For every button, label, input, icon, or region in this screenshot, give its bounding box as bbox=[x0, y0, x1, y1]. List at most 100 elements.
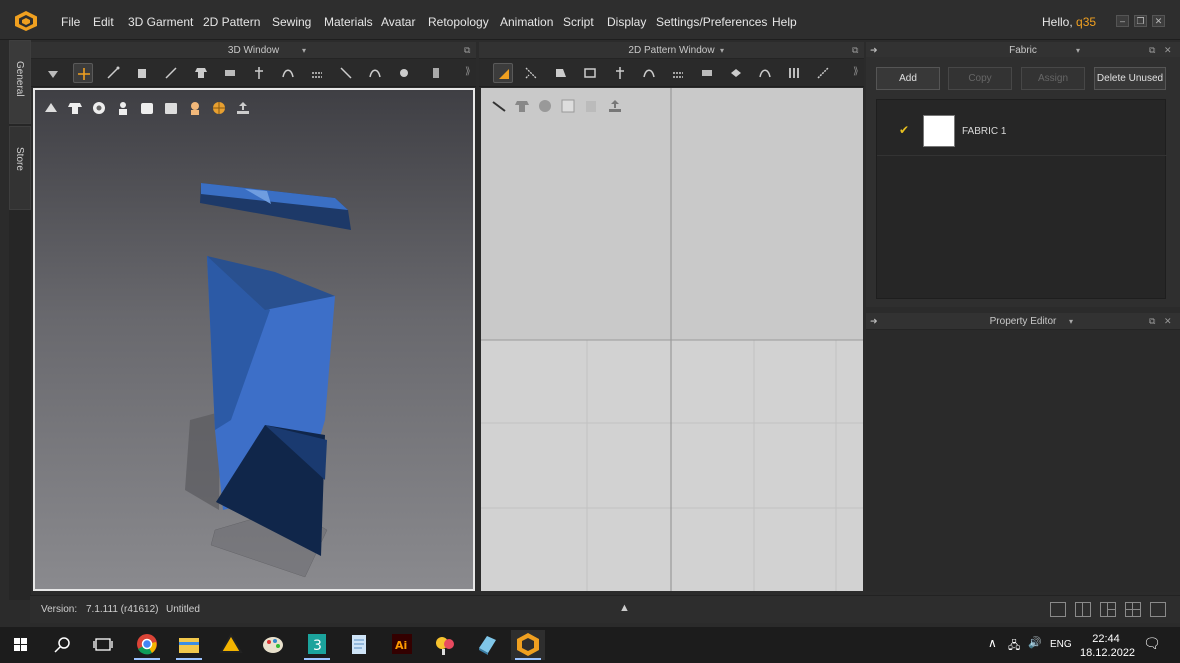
close-button[interactable]: ✕ bbox=[1152, 15, 1165, 27]
menu-display[interactable]: Display bbox=[607, 15, 646, 29]
transform-pattern-icon[interactable] bbox=[493, 63, 513, 83]
layout-single-icon[interactable] bbox=[1050, 602, 1066, 617]
transform-pattern-icon[interactable] bbox=[161, 63, 181, 83]
3d-toolbar: ⟫ bbox=[31, 59, 476, 87]
expand-panel-icon[interactable]: ▲ bbox=[619, 602, 630, 614]
add-fabric-button[interactable]: Add bbox=[876, 67, 940, 90]
button-tool-icon[interactable] bbox=[394, 63, 414, 83]
copy-fabric-button[interactable]: Copy bbox=[948, 67, 1012, 90]
clock-date: 18.12.2022 bbox=[1080, 647, 1136, 659]
menu-sewing[interactable]: Sewing bbox=[272, 15, 311, 29]
assign-fabric-button[interactable]: Assign bbox=[1021, 67, 1085, 90]
topstitch-icon[interactable] bbox=[726, 63, 746, 83]
pleat-icon[interactable] bbox=[784, 63, 804, 83]
garment-3d-model[interactable] bbox=[35, 90, 475, 591]
menu-2d-pattern[interactable]: 2D Pattern bbox=[203, 15, 260, 29]
sheet-icon[interactable] bbox=[560, 98, 576, 114]
fabric-swatch[interactable] bbox=[923, 115, 955, 147]
menu-help[interactable]: Help bbox=[772, 15, 797, 29]
close-icon[interactable]: ✕ bbox=[1164, 313, 1172, 330]
notification-icon[interactable]: 🗨 bbox=[1143, 635, 1161, 652]
edit-pattern-icon[interactable] bbox=[521, 63, 541, 83]
undock-icon[interactable]: ⧉ bbox=[464, 42, 470, 59]
menu-settings-preferences[interactable]: Settings/Preferences bbox=[656, 15, 767, 29]
internal-polygon-icon[interactable] bbox=[610, 63, 630, 83]
fabric-list-item[interactable]: ✔ FABRIC 1 bbox=[877, 110, 1167, 156]
windows-start-icon[interactable] bbox=[4, 630, 38, 660]
measure-2d-icon[interactable] bbox=[813, 63, 833, 83]
segment-sewing-2d-icon[interactable] bbox=[639, 63, 659, 83]
chrome-icon[interactable] bbox=[130, 630, 164, 660]
pin-icon[interactable] bbox=[336, 63, 356, 83]
menu-materials[interactable]: Materials bbox=[324, 15, 373, 29]
free-sewing-2d-icon[interactable] bbox=[668, 63, 688, 83]
toolbar-overflow-icon[interactable]: ⟫ bbox=[853, 66, 859, 77]
volume-icon[interactable]: 🔊 bbox=[1028, 636, 1042, 649]
menu-edit[interactable]: Edit bbox=[93, 15, 114, 29]
delete-unused-button[interactable]: Delete Unused bbox=[1094, 67, 1166, 90]
chevron-down-icon[interactable]: ▾ bbox=[1069, 313, 1073, 330]
paint-3d-icon[interactable] bbox=[428, 630, 462, 660]
layout-three-icon[interactable] bbox=[1100, 602, 1116, 617]
export-2d-icon[interactable] bbox=[607, 98, 623, 114]
arrow-right-icon[interactable]: ➜ bbox=[870, 313, 878, 330]
rectangle-icon[interactable] bbox=[580, 63, 600, 83]
simulate-icon[interactable] bbox=[43, 63, 63, 83]
tab-store[interactable]: Store bbox=[9, 126, 31, 210]
fold-arrangement-icon[interactable] bbox=[132, 63, 152, 83]
drive-icon[interactable] bbox=[214, 630, 248, 660]
system-clock[interactable]: 22:44 18.12.2022 bbox=[1080, 632, 1136, 660]
toolbar-overflow-icon[interactable]: ⟫ bbox=[465, 66, 471, 77]
restore-button[interactable]: ❐ bbox=[1134, 15, 1147, 27]
2d-pattern-viewport[interactable] bbox=[481, 88, 863, 591]
menu-animation[interactable]: Animation bbox=[500, 15, 553, 29]
3d-viewport[interactable] bbox=[33, 88, 475, 591]
undock-icon[interactable]: ⧉ bbox=[852, 42, 858, 59]
garment-icon[interactable] bbox=[191, 63, 211, 83]
chevron-down-icon[interactable]: ▾ bbox=[302, 42, 306, 59]
chevron-up-icon[interactable]: ∧ bbox=[988, 636, 997, 650]
fabric-tool-icon[interactable] bbox=[697, 63, 717, 83]
polygon-icon[interactable] bbox=[551, 63, 571, 83]
user-name[interactable]: q35 bbox=[1076, 15, 1096, 29]
tab-general[interactable]: General bbox=[9, 40, 31, 124]
paint-icon[interactable] bbox=[256, 630, 290, 660]
line-tool-icon[interactable] bbox=[491, 98, 507, 114]
select-mesh-icon[interactable] bbox=[103, 63, 123, 83]
select-move-icon[interactable] bbox=[73, 63, 93, 83]
menu-3d-garment[interactable]: 3D Garment bbox=[128, 15, 193, 29]
segment-sewing-icon[interactable] bbox=[278, 63, 298, 83]
search-icon[interactable] bbox=[45, 630, 79, 660]
layer-icon[interactable] bbox=[583, 98, 599, 114]
chevron-down-icon[interactable]: ▾ bbox=[720, 42, 724, 59]
menu-script[interactable]: Script bbox=[563, 15, 594, 29]
elastic-icon[interactable] bbox=[755, 63, 775, 83]
2d-toolbar: ⟫ bbox=[479, 59, 864, 87]
stitch-icon[interactable] bbox=[365, 63, 385, 83]
3ds-app-icon[interactable]: 3 bbox=[300, 630, 334, 660]
file-explorer-icon[interactable] bbox=[172, 630, 206, 660]
texture-2d-icon[interactable] bbox=[537, 98, 553, 114]
clo3d-taskbar-icon[interactable] bbox=[511, 630, 545, 660]
clock-time: 22:44 bbox=[1092, 633, 1120, 645]
clo-logo-icon[interactable] bbox=[14, 10, 38, 32]
layout-custom-icon[interactable] bbox=[1150, 602, 1166, 617]
language-indicator[interactable]: ENG bbox=[1050, 639, 1072, 650]
measure-icon[interactable] bbox=[426, 63, 446, 83]
network-icon[interactable]: 🖧 bbox=[1008, 637, 1020, 656]
tack-icon[interactable] bbox=[249, 63, 269, 83]
illustrator-icon[interactable]: Ai bbox=[385, 630, 419, 660]
minimize-button[interactable]: – bbox=[1116, 15, 1129, 27]
pattern-shirt-icon[interactable] bbox=[514, 98, 530, 114]
task-view-icon[interactable] bbox=[86, 630, 120, 660]
notepad-icon[interactable] bbox=[342, 630, 376, 660]
layout-split-icon[interactable] bbox=[1075, 602, 1091, 617]
free-sewing-icon[interactable] bbox=[307, 63, 327, 83]
menu-file[interactable]: File bbox=[61, 15, 80, 29]
generic-app-icon[interactable] bbox=[470, 630, 504, 660]
arrangement-icon[interactable] bbox=[220, 63, 240, 83]
menu-retopology[interactable]: Retopology bbox=[428, 15, 489, 29]
layout-four-icon[interactable] bbox=[1125, 602, 1141, 617]
menu-avatar[interactable]: Avatar bbox=[381, 15, 415, 29]
undock-icon[interactable]: ⧉ bbox=[1149, 313, 1155, 330]
